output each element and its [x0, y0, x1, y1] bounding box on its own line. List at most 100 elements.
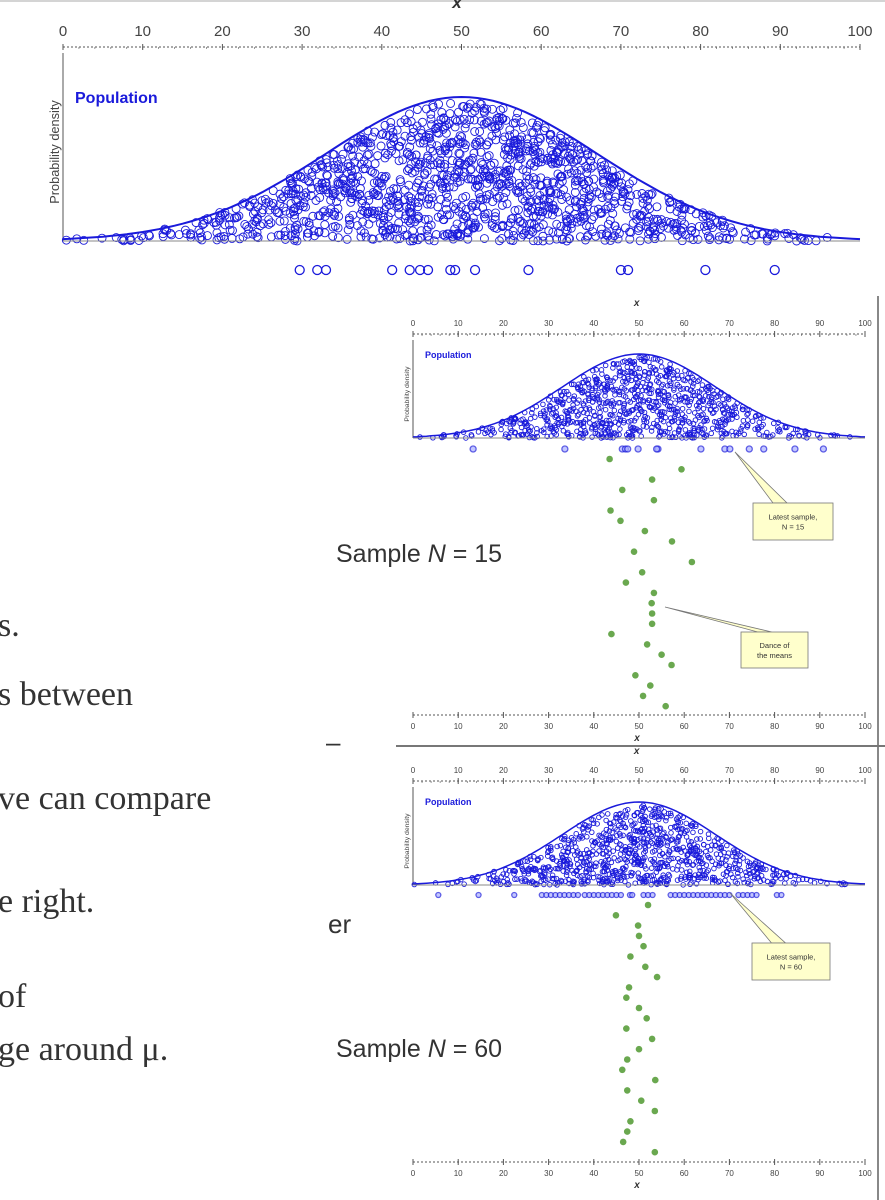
sample-point: [753, 891, 760, 899]
population-dot: [711, 865, 717, 872]
population-dot: [470, 127, 480, 136]
population-dot: [696, 864, 702, 871]
x-tick-label: 90: [815, 722, 824, 731]
population-dot: [539, 126, 549, 136]
population-dot: [405, 109, 414, 119]
sample-mean-dot: [647, 682, 654, 689]
sample-mean-dot: [648, 620, 656, 628]
population-dot: [645, 204, 655, 214]
sample-point: [791, 445, 799, 453]
population-dot: [690, 829, 696, 836]
population-dot: [475, 429, 482, 435]
population-dot: [734, 414, 740, 420]
population-dot: [770, 420, 777, 427]
sample-mean-dot: [643, 641, 651, 648]
sample-point: [469, 264, 481, 276]
sample-mean-dot: [648, 1035, 656, 1043]
population-dot: [573, 831, 579, 837]
x-tick-label: 30: [544, 1169, 553, 1178]
population-dot: [467, 108, 477, 118]
population-dot: [675, 375, 682, 382]
x-tick-label: 40: [373, 23, 390, 40]
slide-text-line: s between: [0, 676, 134, 713]
x-tick-label: 20: [499, 1169, 508, 1178]
population-dot: [683, 820, 689, 827]
x-tick-label: 10: [454, 766, 463, 775]
sample-point: [778, 891, 785, 899]
sample-mean-dot: [630, 548, 638, 555]
x-tick-label: 40: [589, 1169, 598, 1178]
population-dot: [342, 234, 352, 244]
sample-mean-dot: [648, 610, 656, 617]
sample-point: [769, 264, 780, 276]
population-dot: [613, 838, 620, 845]
sample-mean-dot: [623, 994, 630, 1001]
population-dot: [672, 400, 678, 406]
sample-mean-dot: [637, 1097, 645, 1104]
population-dot: [611, 855, 617, 861]
population-dot: [699, 382, 706, 388]
sample-point: [726, 445, 734, 453]
sample-point: [312, 264, 323, 276]
population-dot: [707, 847, 714, 853]
callout-pointer: [734, 451, 788, 504]
label-var: N: [427, 1035, 446, 1063]
sample-point: [745, 445, 753, 453]
sample-point: [617, 891, 625, 899]
x-tick-label: 70: [725, 722, 734, 731]
population-dot: [497, 200, 507, 210]
callout-pointer: [729, 892, 787, 944]
population-dot: [574, 428, 580, 435]
population-dot: [242, 221, 252, 231]
x-tick-label: 80: [770, 319, 779, 328]
population-dot: [586, 415, 593, 421]
x-tick-label: 30: [544, 722, 553, 731]
population-dot: [575, 411, 582, 418]
sample-mean-dot: [619, 1138, 627, 1146]
sample-mean-dot: [635, 1045, 643, 1053]
sample-mean-dot: [607, 507, 614, 514]
population-dot: [678, 867, 685, 873]
population-dot: [320, 228, 330, 238]
x-tick-label: 10: [454, 1169, 463, 1178]
x-tick-label: 100: [858, 1169, 872, 1178]
callout-text: N = 60: [780, 963, 802, 972]
sample-point: [404, 264, 415, 276]
x-tick-label: 10: [454, 319, 463, 328]
chart-1: x0 10 20 30 40 50 60 70 80 90 100Probability densi…: [404, 298, 872, 744]
sample-mean-dot: [612, 912, 620, 919]
sample-mean-dot: [641, 527, 649, 535]
sample-mean-dot: [642, 963, 649, 971]
population-dot: [496, 105, 505, 115]
population-dot: [709, 425, 716, 432]
population-dot: [498, 135, 508, 145]
population-dot: [484, 151, 494, 161]
x-tick-label: 70: [725, 1169, 734, 1178]
population-label: Population: [425, 797, 472, 807]
sample-point: [697, 445, 705, 453]
population-dot: [671, 430, 678, 436]
population-dot: [476, 158, 486, 168]
population-dots: [61, 98, 832, 246]
sample-size-label: Sample N = 60: [336, 1035, 502, 1064]
population-dot: [603, 817, 609, 824]
sample-mean-dot: [606, 455, 613, 463]
callout-text: Dance of: [759, 641, 790, 650]
sample-point: [624, 445, 632, 453]
x-tick-label: 70: [613, 23, 630, 40]
population-dots: [411, 802, 849, 888]
x-axis-label: x: [633, 746, 640, 757]
sample-mean-dot: [632, 672, 639, 679]
x-tick-label: 70: [725, 319, 734, 328]
callout-pointer: [664, 606, 772, 633]
sample-mean-dot: [640, 942, 647, 950]
x-tick-label: 70: [725, 766, 734, 775]
sample-point: [652, 445, 661, 453]
sample-point: [475, 891, 482, 899]
population-dot: [566, 397, 572, 403]
population-dot: [446, 98, 456, 108]
x-tick-label: 20: [214, 23, 231, 40]
callout-box: [740, 631, 809, 669]
sample-point: [700, 264, 711, 276]
population-dot: [617, 426, 623, 432]
